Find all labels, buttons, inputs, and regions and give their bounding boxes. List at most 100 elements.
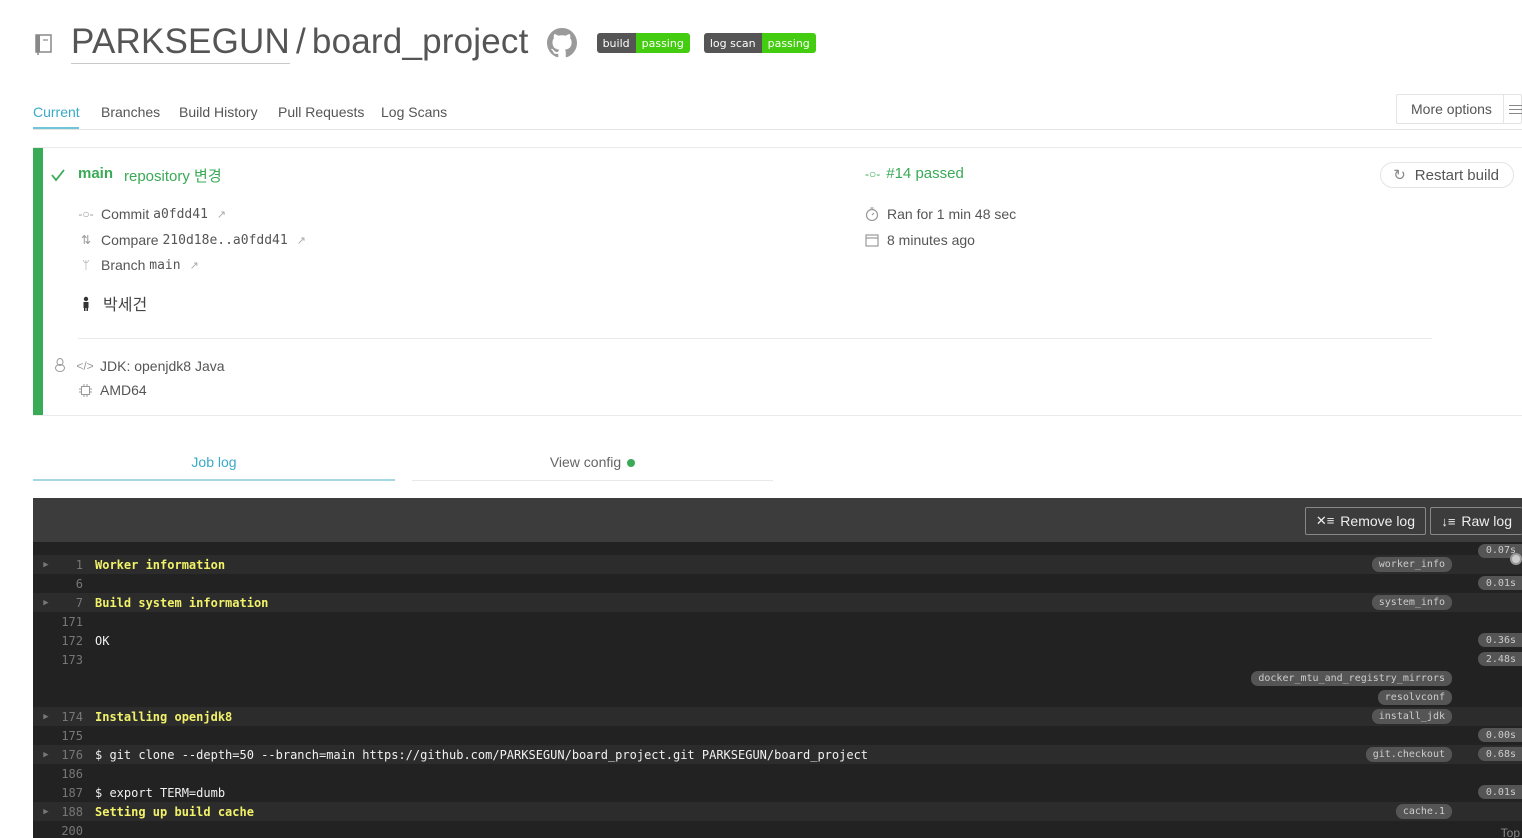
external-link-icon: ↗ (216, 208, 227, 221)
fold-tag: system_info (1371, 595, 1452, 610)
badge-label: build (596, 33, 636, 53)
os-icon-row (53, 358, 75, 372)
jdk-text: JDK: openjdk8 Java (100, 358, 225, 374)
author-name: 박세건 (103, 297, 148, 314)
remove-log-button[interactable]: ✕≡ Remove log (1304, 507, 1426, 535)
line-number[interactable]: 6 (59, 577, 83, 591)
compare-label: Compare (101, 232, 159, 248)
log-line: 200 (33, 821, 1522, 838)
repo-owner-link[interactable]: PARKSEGUN (71, 22, 290, 64)
line-number[interactable]: 176 (59, 748, 83, 762)
log-line: 175 (33, 726, 1522, 745)
log-fold-row[interactable]: ▶ 174 Installing openjdk8 install_jdk (33, 707, 1522, 726)
line-number[interactable]: 186 (59, 767, 83, 781)
tab-log-scans[interactable]: Log Scans (381, 104, 447, 120)
line-number[interactable]: 173 (59, 653, 83, 667)
tab-job-log[interactable]: Job log (33, 445, 395, 481)
remove-log-icon: ✕≡ (1315, 513, 1335, 528)
linux-icon (53, 358, 67, 372)
build-status-text: #14 passed (886, 165, 964, 182)
restart-build-button[interactable]: ↻ Restart build (1380, 162, 1514, 188)
fold-arrow-icon[interactable]: ▶ (33, 560, 59, 570)
duration-badge: 0.01s (1477, 576, 1522, 590)
branch-row[interactable]: ᛘ Branch main ↗ (79, 257, 199, 273)
commit-row[interactable]: -○- Commit a0fdd41 ↗ (78, 206, 227, 222)
build-number-status[interactable]: -○- #14 passed (865, 165, 964, 182)
raw-log-label: Raw log (1461, 513, 1512, 529)
compare-range: 210d18e..a0fdd41 (162, 232, 288, 248)
branch-name-link[interactable]: main (78, 165, 113, 182)
repo-name: board_project (311, 22, 529, 61)
external-link-icon: ↗ (296, 234, 306, 247)
commit-message: repository 변경 (124, 168, 222, 185)
raw-log-button[interactable]: ↓≡ Raw log (1430, 507, 1522, 535)
log-text: $ git clone --depth=50 --branch=main htt… (95, 747, 869, 762)
line-number[interactable]: 174 (59, 710, 83, 724)
badge-value: passing (635, 33, 690, 53)
config-status-dot (627, 459, 636, 468)
commit-label: Commit (101, 206, 150, 222)
more-options-button[interactable]: More options (1396, 94, 1522, 124)
tab-branches[interactable]: Branches (101, 104, 160, 120)
finished-row: 8 minutes ago (865, 232, 975, 248)
commit-sha: a0fdd41 (153, 206, 208, 222)
log-scan-badge[interactable]: log scan passing (703, 33, 816, 53)
finished-text: 8 minutes ago (887, 232, 975, 248)
log-line: docker_mtu_and_registry_mirrors (33, 669, 1522, 688)
card-divider (78, 338, 1432, 339)
job-log-panel: ✕≡ Remove log ↓≡ Raw log ▶ 1 Worker informat… (33, 498, 1522, 838)
log-fold-row[interactable]: ▶ 188 Setting up build cache cache.1 (33, 802, 1522, 821)
fold-arrow-icon[interactable]: ▶ (33, 750, 59, 760)
tab-current[interactable]: Current (33, 104, 80, 120)
duration-badge: 0.01s (1477, 785, 1522, 799)
line-number[interactable]: 171 (59, 615, 83, 629)
more-options-label: More options (1411, 101, 1492, 117)
line-number[interactable]: 1 (59, 558, 83, 572)
scroll-top-link[interactable]: Top (1501, 826, 1520, 838)
line-number[interactable]: 7 (59, 596, 83, 610)
line-number[interactable]: 172 (59, 634, 83, 648)
compare-row[interactable]: ⇅ Compare 210d18e..a0fdd41 ↗ (79, 232, 306, 248)
status-stripe (33, 148, 43, 415)
duration-badge: 0.00s (1477, 728, 1522, 742)
log-fold-row[interactable]: ▶ 7 Build system information system_info (33, 593, 1522, 612)
badge-label: log scan (703, 33, 762, 53)
line-number[interactable]: 175 (59, 729, 83, 743)
log-fold-row[interactable]: ▶ 176 $ git clone --depth=50 --branch=main… (33, 745, 1522, 764)
log-text: OK (95, 633, 110, 648)
stopwatch-icon (865, 207, 879, 221)
cpu-icon (78, 383, 92, 397)
badge-value: passing (761, 33, 816, 53)
log-text: Build system information (95, 595, 269, 610)
log-line: 187 $ export TERM=dumb (33, 783, 1522, 802)
branch-value: main (149, 257, 181, 273)
branch-label: Branch (101, 257, 146, 273)
log-text: Worker information (95, 557, 226, 572)
github-icon[interactable] (546, 28, 577, 58)
line-number[interactable]: 188 (59, 805, 83, 819)
tab-build-history[interactable]: Build History (179, 104, 258, 120)
line-number[interactable]: 187 (59, 786, 83, 800)
commit-icon: -○- (78, 207, 94, 221)
fold-tag: docker_mtu_and_registry_mirrors (1251, 671, 1452, 686)
fold-arrow-icon[interactable]: ▶ (33, 712, 59, 722)
language-row: </> JDK: openjdk8 Java (76, 358, 225, 374)
external-link-icon: ↗ (189, 259, 199, 272)
tab-view-config[interactable]: View config (412, 445, 773, 481)
raw-log-icon: ↓≡ (1441, 513, 1456, 529)
restart-icon: ↻ (1393, 167, 1406, 184)
fold-tag: git.checkout (1365, 747, 1452, 762)
author: 박세건 (81, 291, 147, 315)
fold-tag: cache.1 (1395, 804, 1452, 819)
log-fold-row[interactable]: ▶ 1 Worker information worker_info (33, 555, 1522, 574)
arch-row: AMD64 (78, 382, 147, 398)
fold-arrow-icon[interactable]: ▶ (33, 807, 59, 817)
scroll-handle[interactable] (1510, 553, 1522, 565)
repo-tabs: Current Branches Build History Pull Requ… (33, 94, 1522, 130)
build-status-badge[interactable]: build passing (596, 33, 690, 53)
remove-log-label: Remove log (1340, 513, 1415, 529)
repo-separator: / (295, 22, 306, 61)
fold-arrow-icon[interactable]: ▶ (33, 598, 59, 608)
line-number[interactable]: 200 (59, 824, 83, 838)
tab-pull-requests[interactable]: Pull Requests (278, 104, 364, 120)
